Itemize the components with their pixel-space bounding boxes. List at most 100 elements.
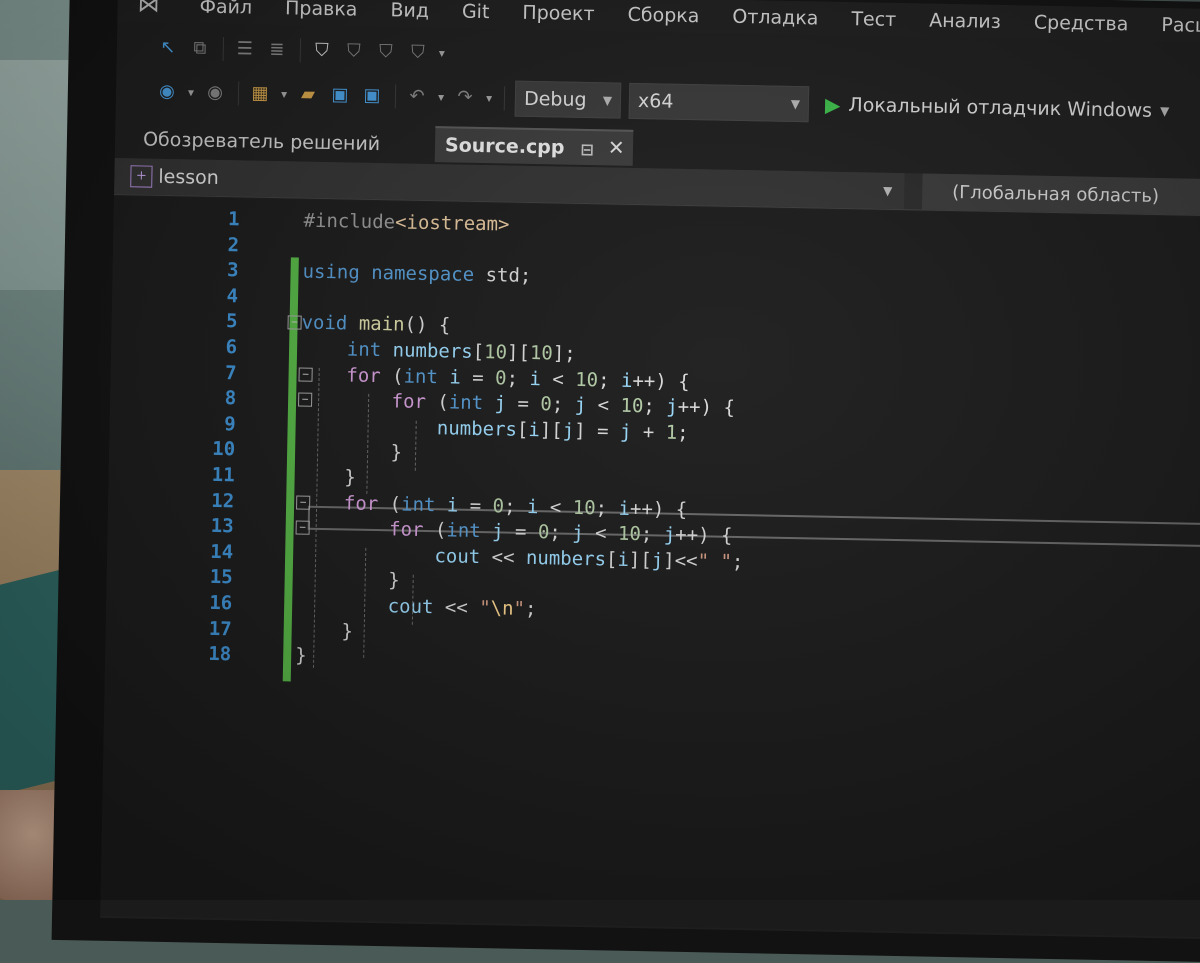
code-token: " xyxy=(478,597,491,620)
menu-file[interactable]: Файл xyxy=(199,0,252,19)
code-token: 10 xyxy=(529,341,554,365)
code-text[interactable]: } xyxy=(296,566,400,594)
line-number: 12 xyxy=(211,489,235,512)
scope-select[interactable]: (Глобальная область) xyxy=(921,173,1200,216)
solution-platform-select[interactable]: x64 ▼ xyxy=(628,82,810,123)
menu-tools[interactable]: Средства xyxy=(1034,12,1129,36)
code-token: int xyxy=(346,338,382,362)
comment-lines-icon[interactable]: ☰ xyxy=(234,38,256,60)
new-project-icon[interactable]: ▦ xyxy=(249,83,271,105)
close-icon[interactable]: ✕ xyxy=(608,135,625,159)
collapse-region-icon[interactable]: − xyxy=(297,392,313,407)
quick-info-icon[interactable]: ↖ xyxy=(157,37,179,59)
navigate-back-icon[interactable]: ◉ xyxy=(156,81,178,103)
menu-view[interactable]: Вид xyxy=(390,0,429,22)
code-token: main xyxy=(358,313,405,336)
tab-solution-explorer-label: Обозреватель решений xyxy=(142,128,381,156)
code-token: i xyxy=(446,494,459,517)
bookmark-icon[interactable]: ⛉ xyxy=(311,40,333,62)
code-token: 0 xyxy=(492,494,505,518)
toolbar-separator xyxy=(237,81,240,106)
tab-source-cpp-label: Source.cpp xyxy=(444,134,565,159)
collapse-region-icon[interactable]: − xyxy=(296,495,311,510)
collapse-region-icon[interactable]: − xyxy=(298,367,313,382)
toolbar-separator xyxy=(222,37,225,62)
code-token: ; xyxy=(597,368,622,392)
code-token: ; xyxy=(506,367,530,390)
menu-build[interactable]: Сборка xyxy=(627,4,699,27)
code-token: ++) { xyxy=(675,523,733,548)
redo-icon[interactable]: ↷ xyxy=(454,86,476,108)
navigate-forward-icon[interactable]: ◉ xyxy=(204,82,226,104)
solution-configuration-select[interactable]: Debug ▼ xyxy=(514,80,622,119)
code-token: j xyxy=(666,395,678,419)
menu-analyze[interactable]: Анализ xyxy=(929,10,1001,33)
code-text[interactable]: } xyxy=(295,617,353,644)
start-debugging-button[interactable]: ▶ Локальный отладчик Windows ▼ xyxy=(817,92,1170,123)
line-number: 13 xyxy=(210,515,234,538)
menu-extensions[interactable]: Расширения xyxy=(1161,14,1200,38)
new-project-dropdown-icon[interactable]: ▾ xyxy=(281,87,287,101)
code-token: ; xyxy=(676,421,689,444)
pin-icon[interactable]: ⊟ xyxy=(580,140,594,159)
next-bookmark-icon[interactable]: ⛉ xyxy=(375,41,397,63)
project-name: lesson xyxy=(158,165,220,189)
undo-dropdown-icon[interactable]: ▾ xyxy=(438,90,444,104)
code-token: ; xyxy=(595,496,619,520)
clear-bookmarks-icon[interactable]: ⛉ xyxy=(407,42,429,64)
menu-git[interactable]: Git xyxy=(462,1,490,24)
code-token: 0 xyxy=(540,393,553,416)
code-editor[interactable]: 1 #include<iostream> 2 3 using namespace std… xyxy=(100,195,1200,938)
tab-source-cpp[interactable]: Source.cpp ⊟ ✕ xyxy=(434,126,634,166)
code-token: } xyxy=(298,439,403,464)
menu-debug[interactable]: Отладка xyxy=(732,6,818,30)
line-number: 2 xyxy=(227,233,240,256)
undo-icon[interactable]: ↶ xyxy=(406,86,428,108)
code-token: ]<< xyxy=(663,549,698,573)
uncomment-lines-icon[interactable]: ≣ xyxy=(266,39,288,61)
code-token: ; xyxy=(643,395,667,418)
chevron-down-icon[interactable]: ▼ xyxy=(1160,104,1170,118)
menu-test[interactable]: Тест xyxy=(851,8,896,31)
code-token: ++) { xyxy=(629,497,688,521)
redo-dropdown-icon[interactable]: ▾ xyxy=(486,91,492,105)
code-token: ]; xyxy=(552,342,576,365)
code-token: 10 xyxy=(620,394,644,418)
toolbar-overflow-icon[interactable]: ▾ xyxy=(439,46,445,60)
code-token: int xyxy=(446,519,481,543)
code-token: 10 xyxy=(483,341,508,364)
line-number: 14 xyxy=(210,540,234,564)
code-text[interactable]: void main() { xyxy=(301,310,450,339)
parameter-info-icon[interactable]: ⧉ xyxy=(189,37,211,59)
play-icon: ▶ xyxy=(824,92,841,117)
code-token: << xyxy=(433,596,480,620)
code-token: int xyxy=(448,391,484,415)
tab-solution-explorer[interactable]: Обозреватель решений xyxy=(115,120,436,162)
menu-edit[interactable]: Правка xyxy=(285,0,358,21)
line-number: 16 xyxy=(209,591,233,615)
toolbar-separator xyxy=(503,86,506,111)
previous-bookmark-icon[interactable]: ⛉ xyxy=(343,40,365,62)
code-token: ; xyxy=(503,495,528,518)
collapse-region-icon[interactable]: − xyxy=(287,315,302,330)
code-token: for xyxy=(388,518,424,542)
code-token: <iostream> xyxy=(394,211,510,236)
code-text[interactable]: } xyxy=(295,643,307,669)
navigate-back-dropdown-icon[interactable]: ▾ xyxy=(188,85,194,99)
code-token: < xyxy=(583,522,619,545)
open-file-icon[interactable]: ▰ xyxy=(297,83,319,105)
line-number: 1 xyxy=(227,208,240,231)
save-icon[interactable]: ▣ xyxy=(329,84,351,106)
code-token: i xyxy=(528,418,541,441)
code-text[interactable]: } xyxy=(299,438,402,466)
save-all-icon[interactable]: ▣ xyxy=(361,85,383,107)
menu-project[interactable]: Проект xyxy=(522,2,595,25)
code-token: ; xyxy=(640,523,665,546)
code-text[interactable]: } xyxy=(298,464,356,491)
toolbar-separator xyxy=(394,84,397,109)
collapse-region-icon[interactable]: − xyxy=(295,520,310,535)
code-token: cout xyxy=(387,595,434,619)
code-token: std; xyxy=(473,264,532,288)
solution-configuration-value: Debug xyxy=(523,87,587,112)
